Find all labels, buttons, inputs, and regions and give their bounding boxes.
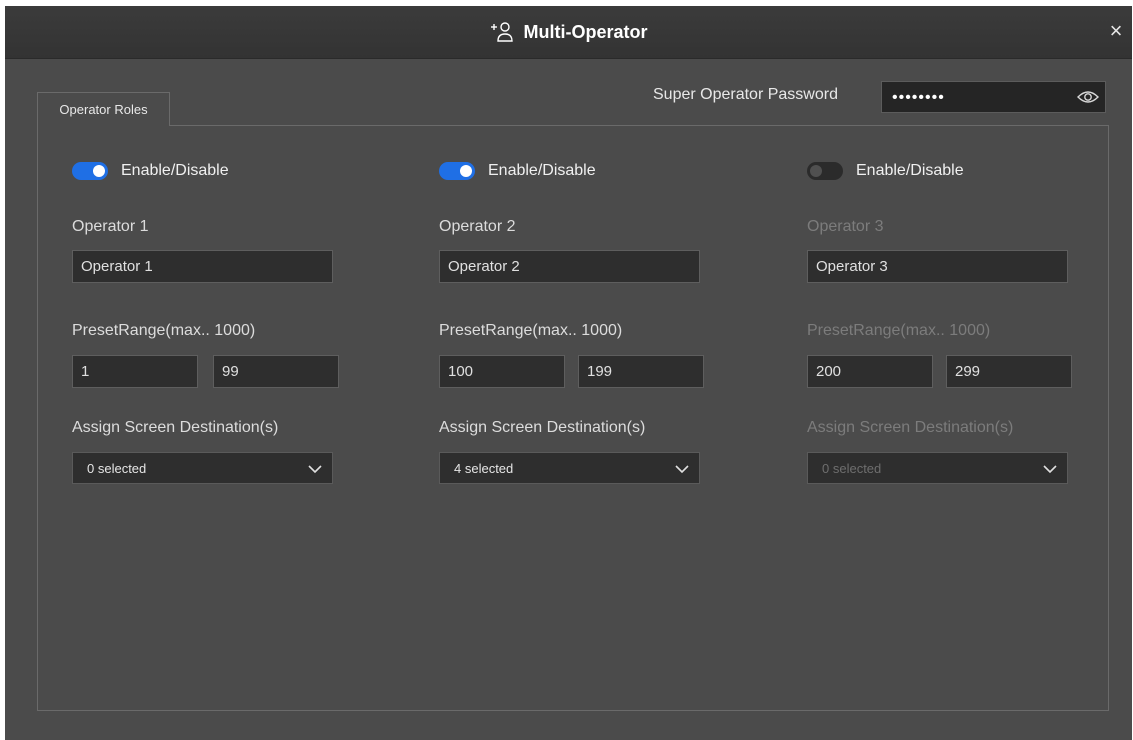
close-icon[interactable]: × — [1104, 19, 1128, 43]
operator-1-heading: Operator 1 — [72, 218, 149, 235]
operator-3-screen-dropdown[interactable]: 0 selected — [807, 452, 1068, 484]
super-operator-password-label: Super Operator Password — [653, 86, 838, 103]
enable-label: Enable/Disable — [856, 162, 964, 179]
dropdown-value: 4 selected — [454, 461, 514, 476]
operator-2-heading: Operator 2 — [439, 218, 516, 235]
operator-2-preset-min-input[interactable] — [439, 355, 565, 388]
operator-1-column: Enable/Disable Operator 1 PresetRange(ma… — [72, 126, 372, 526]
operator-3-preset-max-input[interactable] — [946, 355, 1072, 388]
preset-range-label: PresetRange(max.. 1000) — [72, 322, 256, 339]
eye-icon[interactable] — [1077, 88, 1099, 106]
chevron-down-icon — [674, 462, 690, 476]
enable-label: Enable/Disable — [488, 162, 596, 179]
password-input[interactable] — [890, 86, 1074, 110]
operator-2-column: Enable/Disable Operator 2 PresetRange(ma… — [439, 126, 739, 526]
operator-2-enable-toggle[interactable] — [439, 162, 475, 180]
multi-operator-dialog: Multi-Operator × Super Operator Password… — [5, 6, 1132, 740]
operator-2-screen-dropdown[interactable]: 4 selected — [439, 452, 700, 484]
dropdown-value: 0 selected — [822, 461, 882, 476]
tab-operator-roles[interactable]: Operator Roles — [37, 92, 170, 126]
operator-3-heading: Operator 3 — [807, 218, 884, 235]
operator-3-enable-toggle[interactable] — [807, 162, 843, 180]
add-user-icon — [490, 21, 514, 43]
chevron-down-icon — [307, 462, 323, 476]
operator-3-column: Enable/Disable Operator 3 PresetRange(ma… — [807, 126, 1107, 526]
operator-1-name-input[interactable] — [72, 250, 333, 283]
operator-3-name-input[interactable] — [807, 250, 1068, 283]
operator-roles-panel: Enable/Disable Operator 1 PresetRange(ma… — [37, 125, 1109, 711]
operator-1-preset-min-input[interactable] — [72, 355, 198, 388]
operator-2-name-input[interactable] — [439, 250, 700, 283]
chevron-down-icon — [1042, 462, 1058, 476]
operator-2-preset-max-input[interactable] — [578, 355, 704, 388]
preset-range-label: PresetRange(max.. 1000) — [439, 322, 623, 339]
operator-1-screen-dropdown[interactable]: 0 selected — [72, 452, 333, 484]
operator-3-preset-min-input[interactable] — [807, 355, 933, 388]
title-bar: Multi-Operator × — [5, 6, 1132, 59]
screen-destination-label: Assign Screen Destination(s) — [807, 419, 1014, 436]
screen-destination-label: Assign Screen Destination(s) — [72, 419, 279, 436]
dropdown-value: 0 selected — [87, 461, 147, 476]
enable-label: Enable/Disable — [121, 162, 229, 179]
screen-destination-label: Assign Screen Destination(s) — [439, 419, 646, 436]
preset-range-label: PresetRange(max.. 1000) — [807, 322, 991, 339]
operator-1-enable-toggle[interactable] — [72, 162, 108, 180]
window-title: Multi-Operator — [523, 21, 648, 42]
super-operator-password-field[interactable] — [881, 81, 1106, 113]
operator-1-preset-max-input[interactable] — [213, 355, 339, 388]
